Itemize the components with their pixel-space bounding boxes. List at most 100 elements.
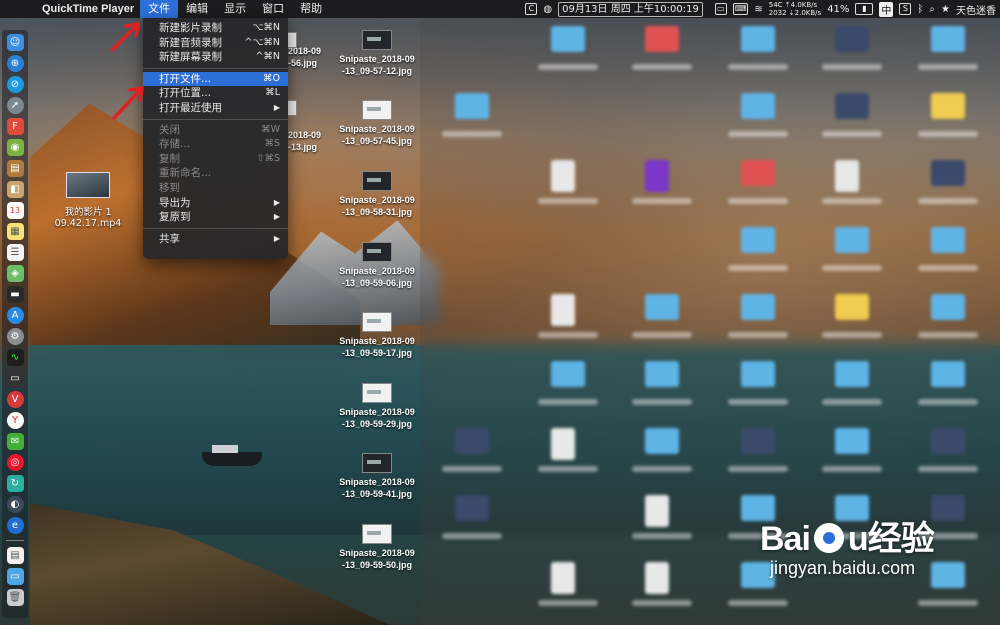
file-item[interactable]: Snipaste_2018-09 -13_09-57-12.jpg [332,30,422,77]
menu-item-new-audio-recording[interactable]: 新建音频录制 ^⌥⌘N [143,36,288,51]
file-item[interactable]: Snipaste_2018-09 -13_09-59-41.jpg [332,453,422,500]
blurred-label [538,600,598,606]
notes-icon[interactable]: ▤ [6,160,24,177]
menu-item-save[interactable]: 存储... ⌘S [143,137,288,152]
console-icon[interactable]: ▭ [6,370,24,387]
blurred-label [538,466,598,472]
yandex-icon[interactable]: Y [6,412,24,429]
blurred-icon [741,160,775,186]
menu-item-revert-to[interactable]: 复原到 ▶ [143,210,288,225]
calendar-icon[interactable]: 13 [6,202,24,219]
stickies-icon[interactable]: ▦ [6,223,24,240]
battery-icon[interactable]: ▮ [855,3,874,15]
document-icon[interactable]: ▤ [6,547,24,564]
file-item[interactable]: Snipaste_2018-09 -13_09-59-06.jpg [332,242,422,289]
menu-item-open-location[interactable]: 打开位置... ⌘L [143,86,288,101]
blurred-icon [551,294,575,326]
menu-help[interactable]: 帮助 [292,0,330,18]
file-name-line1: Snipaste_2018-09 [339,54,415,64]
menu-view[interactable]: 显示 [216,0,254,18]
partial-file-2[interactable]: 2018-09 -13.jpg [288,130,321,153]
file-name-line2: -13_09-59-17.jpg [341,347,413,358]
screen-icon[interactable]: ▭ [714,3,727,15]
bluetooth-icon[interactable]: ᛒ [917,4,923,15]
wifi-icon[interactable]: ≋ [754,4,762,15]
net-download: 2032 ⇣2.0KB/s [768,9,822,17]
menu-item-export-as[interactable]: 导出为 ▶ [143,196,288,211]
menu-item-open-file[interactable]: 打开文件... ⌘O [143,71,288,87]
system-preferences-icon[interactable]: ⚙ [6,328,24,345]
input-method-indicator[interactable]: 中 [879,1,894,17]
menu-item-share[interactable]: 共享 ▶ [143,232,288,247]
file-item[interactable]: Snipaste_2018-09 -13_09-59-50.jpg [332,524,422,571]
compass-icon[interactable]: ⊘ [6,76,24,93]
weibo-icon[interactable]: ◎ [6,454,24,471]
file-item[interactable]: Snipaste_2018-09 -13_09-57-45.jpg [332,100,422,147]
menu-item-label: 打开最近使用 [159,101,222,114]
user-name[interactable]: 天色迷香 [956,2,996,17]
blurred-label [822,332,882,338]
clock-datetime[interactable]: 09月13日 周四 上午10:00:19 [558,1,703,17]
maps-icon[interactable]: ◈ [6,265,24,282]
keyboard-icon[interactable]: ⌨ [732,3,749,15]
battery-percent[interactable]: 41% [827,4,849,15]
menu-item-new-movie-recording[interactable]: 新建影片录制 ⌥⌘N [143,21,288,36]
globe-icon[interactable]: ◍ [543,4,552,15]
file-item[interactable]: Snipaste_2018-09 -13_09-59-17.jpg [332,312,422,359]
menu-edit[interactable]: 编辑 [178,0,216,18]
file-name-line1: Snipaste_2018-09 [339,548,415,558]
partial-thumb-1 [287,32,297,48]
menu-item-label: 复制 [159,152,180,165]
finder-icon[interactable]: ☺ [6,34,24,51]
search-icon[interactable]: ⌕ [929,4,935,15]
desktop-file-name-line2: 09.42.17.mp4 [54,218,122,229]
steam-icon[interactable]: ◐ [6,496,24,513]
partial-file-1[interactable]: 2018-09 -56.jpg [288,46,321,69]
c-app-icon[interactable]: C [525,3,538,15]
desktop-file-movie[interactable]: 我的影片 1 09.42.17.mp4 [48,172,128,229]
blurred-icon [551,562,575,594]
wallpaper-boat [202,445,262,466]
menu-item-label: 重新命名... [159,167,212,180]
android-icon[interactable]: ◉ [6,139,24,156]
star-icon[interactable]: ★ [941,4,950,15]
menu-item-rename[interactable]: 重新命名... [143,166,288,181]
menu-item-open-recent[interactable]: 打开最近使用 ▶ [143,101,288,116]
vivaldi-icon[interactable]: V [6,391,24,408]
menu-item-close[interactable]: 关闭 ⌘W [143,123,288,138]
blurred-label [918,198,978,204]
trash-icon[interactable]: 🗑 [6,589,24,606]
fantastical-icon[interactable]: F [6,118,24,135]
file-item[interactable]: Snipaste_2018-09 -13_09-59-29.jpg [332,383,422,430]
menu-item-new-screen-recording[interactable]: 新建屏幕录制 ^⌘N [143,50,288,65]
menu-item-duplicate[interactable]: 复制 ⇧⌘S [143,152,288,167]
file-thumbnail [362,171,392,191]
terminal-dark-icon[interactable]: ▬ [6,286,24,303]
blurred-label [728,198,788,204]
file-item[interactable]: Snipaste_2018-09 -13_09-58-31.jpg [332,171,422,218]
reminders-icon[interactable]: ☰ [6,244,24,261]
menu-window[interactable]: 窗口 [254,0,292,18]
edge-icon[interactable]: e [6,517,24,534]
wechat-icon[interactable]: ✉ [6,433,24,450]
blurred-icon [455,428,489,454]
blurred-label [822,466,882,472]
blurred-icon [931,26,965,52]
file-name-line1: Snipaste_2018-09 [339,266,415,276]
blurred-icon [551,428,575,460]
downloads-folder-icon[interactable]: ▭ [6,568,24,585]
menu-item-move-to[interactable]: 移到 [143,181,288,196]
app-store-icon[interactable]: A [6,307,24,324]
s-app-icon[interactable]: S [899,3,912,15]
red-arrow-annotation-icon [110,22,140,52]
blurred-icon [741,428,775,454]
blurred-label [442,131,502,137]
blurred-label [918,131,978,137]
activity-monitor-icon[interactable]: ∿ [6,349,24,366]
safari-icon[interactable]: ⊕ [6,55,24,72]
blurred-icon [455,495,489,521]
contacts-icon[interactable]: ◧ [6,181,24,198]
launchpad-icon[interactable]: ➚ [6,97,24,114]
watermark-brand: Bai [760,520,811,558]
sync-icon[interactable]: ↻ [6,475,24,492]
